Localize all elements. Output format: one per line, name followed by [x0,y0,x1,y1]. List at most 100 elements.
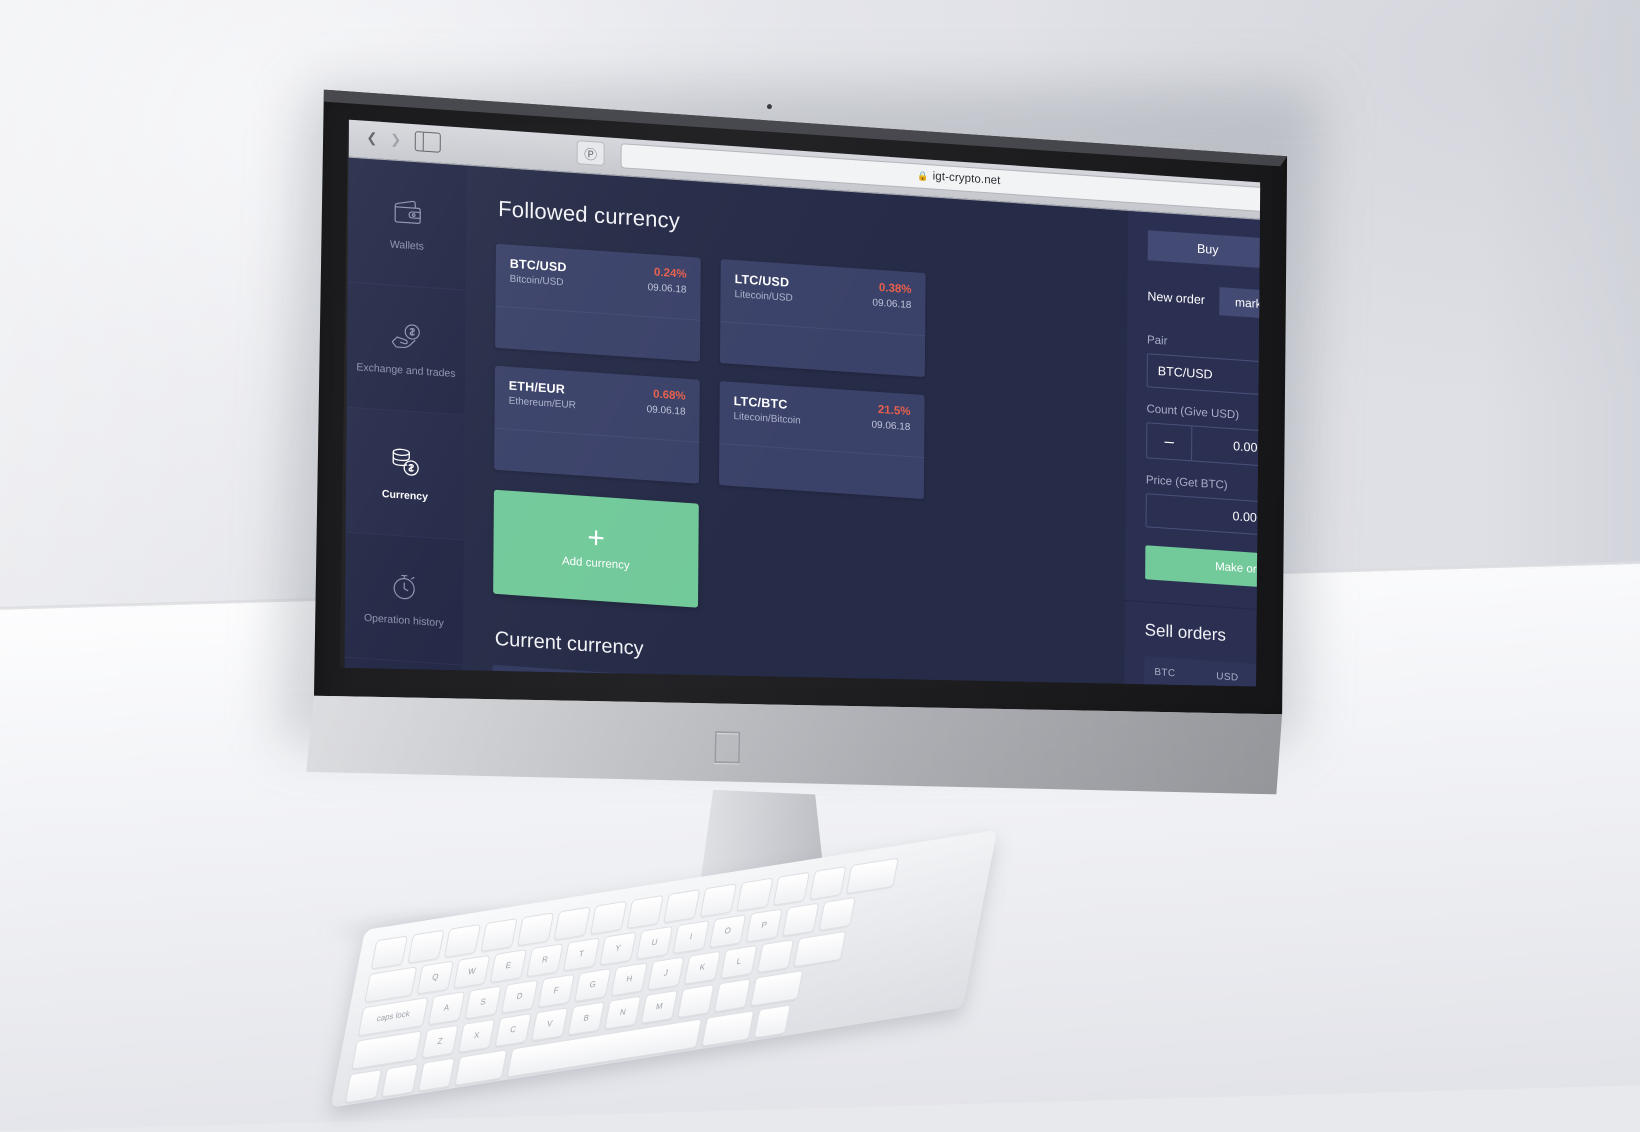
key[interactable]: Z [421,1025,458,1059]
lock-icon: 🔒 [917,170,928,182]
main-content: Followed currency BTC/USD Bitcoin/USD [461,166,1128,738]
followed-currency-grid: BTC/USD Bitcoin/USD 0.24% 09.06.18 [494,244,925,499]
sidebar-item-exchange-and-trades[interactable]: Exchange and trades [347,283,466,416]
key[interactable]: C [494,1013,531,1047]
key[interactable]: J [647,956,684,990]
key[interactable]: M [641,990,678,1024]
key[interactable] [809,866,846,900]
key[interactable]: S [464,985,501,1019]
key[interactable] [517,912,554,946]
currency-card-ltc-usd[interactable]: LTC/USD Litecoin/USD 0.38% 09.06.18 [720,259,926,377]
app-body: Wallets Exchange an [343,158,1304,738]
minus-icon[interactable]: – [1147,423,1192,460]
forward-icon[interactable]: ❯ [385,128,407,152]
card-divider [720,321,925,336]
key[interactable] [663,889,700,923]
key[interactable]: L [720,945,757,979]
key[interactable]: B [568,1001,605,1035]
key[interactable]: D [501,980,538,1014]
key[interactable] [444,924,481,958]
currency-card-ltc-btc[interactable]: LTC/BTC Litecoin/Bitcoin 21.5% 09.06.18 [719,381,925,499]
imac-computer: ❮ ❯ Ⓟ 🔒 igt-crypto.net ↻ ⇪ ❐ + [302,74,1304,737]
key[interactable]: T [563,937,600,971]
back-icon[interactable]: ❮ [361,126,383,150]
currency-date: 09.06.18 [648,282,687,296]
key[interactable]: N [604,996,641,1030]
key[interactable] [757,939,794,973]
add-currency-button[interactable]: + Add currency [493,490,699,608]
currency-date: 09.06.18 [647,404,686,418]
key[interactable]: A [428,991,465,1025]
key[interactable]: V [531,1007,568,1041]
tab-limit[interactable]: limit [1288,292,1305,324]
sidebar-item-label: Exchange and trades [352,361,459,381]
key[interactable] [371,935,408,969]
key[interactable]: W [453,955,490,989]
add-currency-label: Add currency [562,555,630,572]
currency-card-btc-usd[interactable]: BTC/USD Bitcoin/USD 0.24% 09.06.18 [495,244,701,362]
key-control[interactable] [381,1063,418,1097]
key[interactable] [590,901,627,935]
key[interactable]: E [490,949,527,983]
navigation-buttons: ❮ ❯ [361,126,441,153]
sidebar-item-label: Operation history [360,612,448,631]
currency-date: 09.06.18 [872,297,911,311]
key[interactable] [782,903,819,937]
count-input[interactable]: 0.00000000 [1192,426,1304,470]
tab-buy[interactable]: Buy [1148,230,1268,268]
card-divider [719,443,924,458]
pair-value: BTC/USD [1158,364,1213,382]
apple-logo-icon:  [704,724,751,777]
currency-change-percent: 0.68% [647,388,686,403]
key[interactable]: I [672,920,709,954]
key[interactable]: Y [599,932,636,966]
key[interactable]: K [684,951,721,985]
currency-pair: ETH/EUR [509,379,576,398]
card-divider [495,306,700,321]
currency-change-percent: 0.24% [648,266,687,281]
key[interactable] [773,872,810,906]
currency-name: Ethereum/EUR [509,396,576,412]
new-order-label: New order [1147,289,1205,307]
sidebar-toggle-icon[interactable] [415,131,441,153]
key[interactable] [700,883,737,917]
sidebar-item-wallets[interactable]: Wallets [348,158,467,291]
sidebar-item-operation-history[interactable]: Operation history [345,533,464,666]
currency-pair: BTC/USD [510,257,567,275]
stopwatch-icon [387,569,421,605]
currency-date: 09.06.18 [871,419,910,433]
sidebar-item-currency[interactable]: Currency [346,408,465,541]
sidebar: Wallets Exchange an [343,158,466,738]
currency-name: Litecoin/USD [734,289,792,304]
webcam-icon [767,104,772,109]
key[interactable] [553,906,590,940]
key-fn[interactable] [345,1069,382,1103]
key[interactable]: P [745,908,782,942]
key[interactable]: H [611,962,648,996]
key[interactable] [480,918,517,952]
key[interactable]: Q [417,960,454,994]
key[interactable] [407,930,444,964]
currency-change-percent: 0.38% [873,281,912,296]
pinterest-icon[interactable]: Ⓟ [577,140,605,166]
key[interactable]: U [636,926,673,960]
plus-icon: + [587,527,605,550]
key[interactable] [714,978,751,1012]
key[interactable] [736,877,773,911]
key[interactable]: R [526,943,563,977]
key[interactable]: G [574,968,611,1002]
key-option[interactable] [418,1057,455,1091]
coins-stack-icon [388,444,422,480]
sidebar-item-label: Currency [378,488,432,504]
key[interactable] [677,984,714,1018]
key[interactable]: O [709,914,746,948]
key[interactable]: F [537,974,574,1008]
wallet-icon [390,194,424,230]
currency-name: Bitcoin/USD [510,274,567,289]
key[interactable] [627,895,664,929]
key[interactable]: X [458,1019,495,1053]
browser-window: ❮ ❯ Ⓟ 🔒 igt-crypto.net ↻ ⇪ ❐ + [343,117,1304,738]
exchange-hand-coin-icon [389,319,423,355]
currency-card-eth-eur[interactable]: ETH/EUR Ethereum/EUR 0.68% 09.06.18 [494,366,700,484]
currency-name: Litecoin/Bitcoin [733,411,800,427]
